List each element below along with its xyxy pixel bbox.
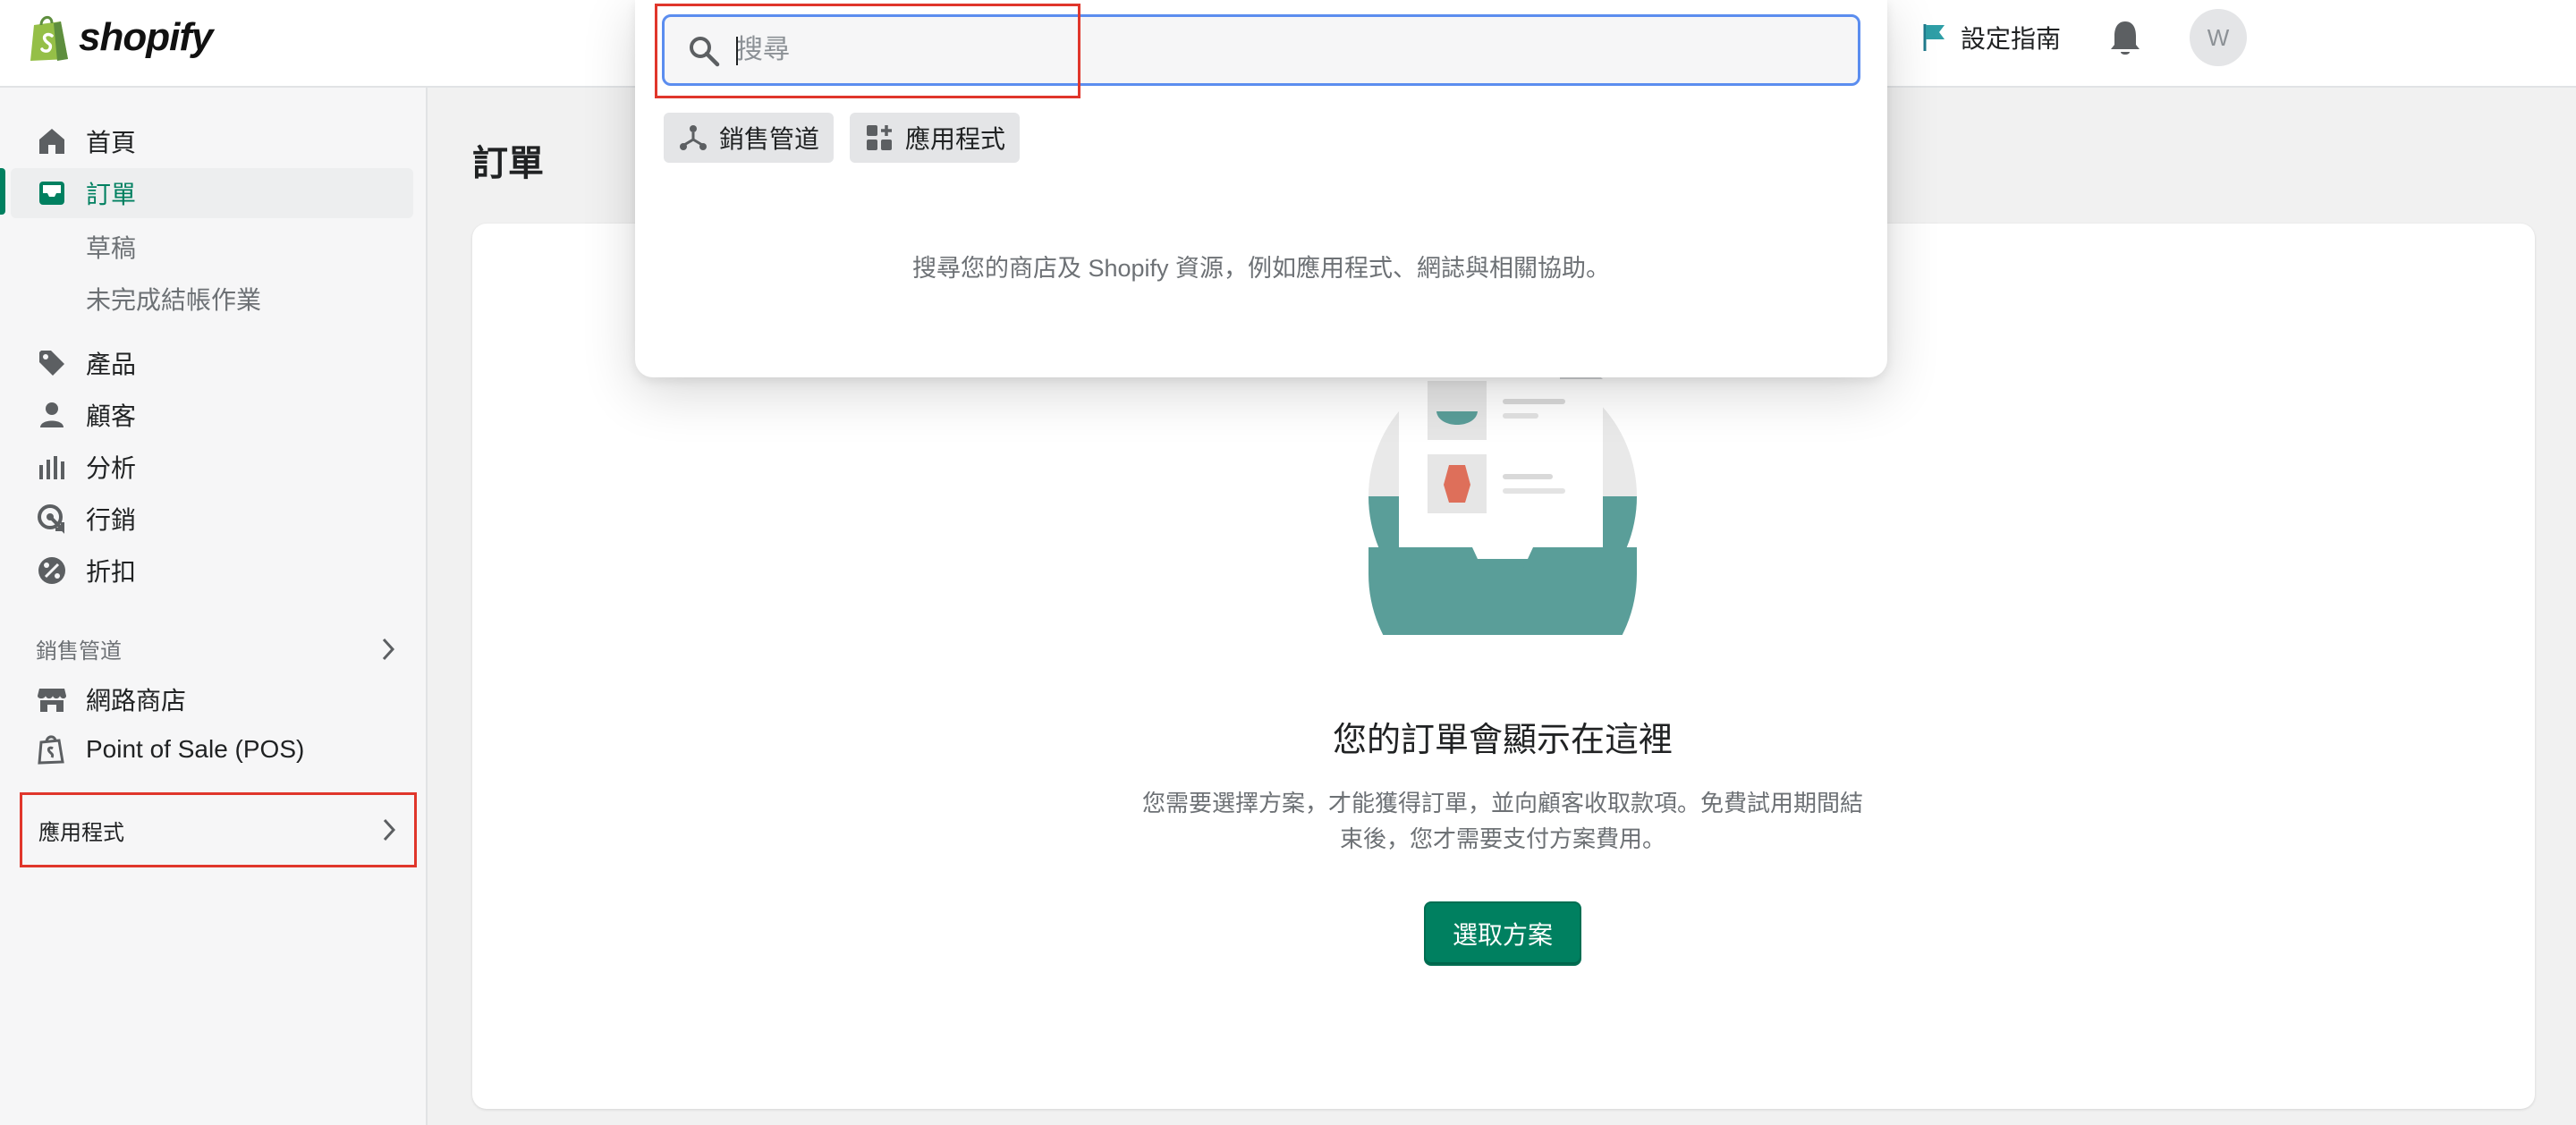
search-box[interactable] bbox=[662, 14, 1860, 86]
sidebar-item-label: 折扣 bbox=[86, 558, 137, 586]
sidebar-item-online-store[interactable]: 網路商店 bbox=[0, 674, 413, 724]
sidebar-item-customers[interactable]: 顧客 bbox=[0, 390, 413, 440]
sidebar-item-orders[interactable]: 訂單 bbox=[11, 168, 413, 218]
sales-channels-header[interactable]: 銷售管道 bbox=[36, 633, 397, 664]
home-icon bbox=[39, 129, 64, 154]
bar-chart-icon bbox=[39, 456, 64, 479]
sidebar-item-label: 網路商店 bbox=[86, 687, 187, 715]
page-title: 訂單 bbox=[472, 144, 544, 183]
search-input[interactable] bbox=[736, 17, 1845, 83]
sidebar-item-marketing[interactable]: 行銷 bbox=[0, 494, 413, 544]
avatar[interactable]: W bbox=[2190, 9, 2247, 66]
shopify-logo[interactable]: shopify bbox=[27, 13, 213, 63]
sidebar-item-label: 產品 bbox=[86, 351, 137, 378]
search-icon bbox=[690, 37, 720, 67]
target-icon bbox=[38, 504, 64, 534]
orders-illustration bbox=[1368, 340, 1637, 635]
chip-sales-channels[interactable]: 銷售管道 bbox=[664, 113, 835, 163]
person-icon bbox=[40, 402, 64, 427]
sidebar-item-label: 訂單 bbox=[86, 181, 137, 208]
empty-state-title: 您的訂單會顯示在這裡 bbox=[1332, 722, 1673, 759]
sidebar-item-label: 顧客 bbox=[86, 402, 137, 430]
brand-name: shopify bbox=[79, 15, 213, 59]
sidebar-item-label: 行銷 bbox=[86, 506, 137, 534]
sales-channels-heading: 銷售管道 bbox=[36, 639, 122, 664]
flag-icon bbox=[1923, 24, 1945, 51]
chevron-right-icon bbox=[382, 638, 395, 660]
sidebar-item-analytics[interactable]: 分析 bbox=[0, 442, 413, 492]
sidebar-item-pos[interactable]: Point of Sale (POS) bbox=[0, 724, 413, 774]
search-dropdown: 銷售管道 應用程式 搜尋您的商店及 Shopify 資源，例如應用程式、網誌與相… bbox=[635, 0, 1887, 377]
bell-icon[interactable] bbox=[2107, 18, 2143, 57]
sidebar-item-home[interactable]: 首頁 bbox=[0, 116, 413, 166]
sidebar-item-label: 分析 bbox=[86, 454, 137, 482]
chevron-right-icon bbox=[383, 818, 396, 842]
avatar-initial: W bbox=[2207, 23, 2230, 51]
chip-label: 應用程式 bbox=[905, 125, 1006, 153]
sidebar-subitem-abandoned-checkouts[interactable]: 未完成結帳作業 bbox=[86, 281, 261, 317]
sidebar-item-discounts[interactable]: 折扣 bbox=[0, 546, 413, 596]
discount-icon bbox=[38, 557, 65, 584]
tag-icon bbox=[39, 351, 64, 376]
orders-inbox-icon bbox=[39, 182, 64, 205]
empty-state-description: 您需要選擇方案，才能獲得訂單，並向顧客收取款項。免費試用期間結束後，您才需要支付… bbox=[1141, 790, 1863, 852]
chip-label: 銷售管道 bbox=[719, 125, 820, 153]
sidebar-subitem-drafts[interactable]: 草稿 bbox=[86, 229, 136, 265]
sidebar-apps-header[interactable]: 應用程式 bbox=[20, 792, 417, 867]
active-indicator bbox=[0, 168, 5, 215]
sidebar-item-label: Point of Sale (POS) bbox=[86, 735, 305, 763]
store-icon bbox=[38, 689, 66, 712]
sidebar-item-label: 首頁 bbox=[86, 129, 137, 156]
setup-guide-label: 設定指南 bbox=[1961, 25, 2062, 53]
search-hint: 搜尋您的商店及 Shopify 資源，例如應用程式、網誌與相關協助。 bbox=[911, 255, 1611, 282]
chip-apps[interactable]: 應用程式 bbox=[850, 113, 1021, 163]
apps-icon bbox=[867, 125, 892, 150]
sidebar-item-products[interactable]: 產品 bbox=[0, 338, 413, 388]
select-plan-button[interactable]: 選取方案 bbox=[1424, 901, 1581, 966]
text-cursor bbox=[736, 37, 738, 65]
setup-guide-button[interactable]: 設定指南 bbox=[1921, 20, 2061, 55]
sales-channels-icon bbox=[680, 125, 707, 150]
apps-heading: 應用程式 bbox=[38, 820, 124, 845]
shopify-bag-icon bbox=[30, 16, 68, 61]
pos-bag-icon bbox=[38, 735, 64, 765]
sidebar: 首頁 訂單 草稿 未完成結帳作業 產品 顧客 分析 行銷 折扣 銷售管道 網路商… bbox=[0, 88, 428, 1125]
